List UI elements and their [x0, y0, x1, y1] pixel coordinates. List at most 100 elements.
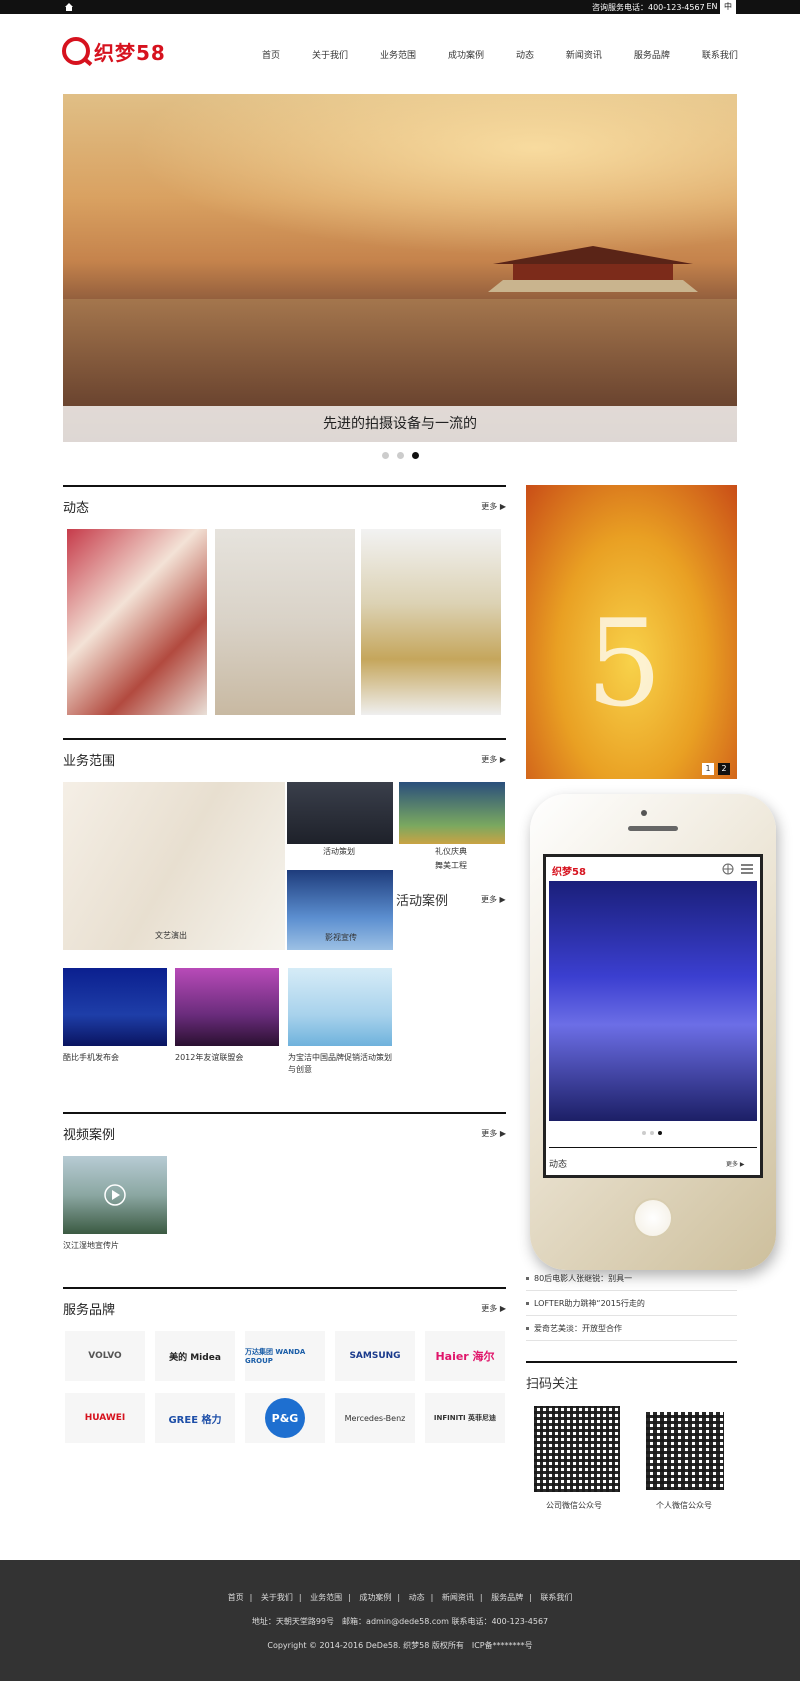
- phone-dot-3[interactable]: [658, 1131, 662, 1135]
- business-image-planning[interactable]: [287, 782, 393, 844]
- business-image-ceremony[interactable]: [399, 782, 505, 844]
- brands-section-title: 服务品牌: [63, 1303, 116, 1318]
- case-label-3[interactable]: 为宝洁中国品牌促销活动策划与创意: [288, 1052, 392, 1076]
- business-more-link[interactable]: 更多 ▶: [481, 754, 506, 765]
- news-more-link[interactable]: 更多 ▶: [481, 501, 506, 512]
- brands-section: 服务品牌 更多 ▶ VOLVO 美的 Midea 万达集团 WANDA GROU…: [63, 1287, 506, 1447]
- footer-copyright: Copyright © 2014-2016 DeDe58. 织梦58 版权所有 …: [267, 1641, 533, 1650]
- news-section: 动态 更多 ▶: [63, 485, 506, 715]
- brand-volvo-label: VOLVO: [88, 1351, 122, 1361]
- footer-link-home[interactable]: 首页: [228, 1593, 244, 1602]
- video-thumbnail[interactable]: [63, 1156, 167, 1234]
- banner-dot-2[interactable]: [397, 452, 404, 459]
- phone-screen: 织梦58 动态 更多 ▶: [543, 854, 763, 1178]
- news-image-3[interactable]: [361, 529, 501, 715]
- nav-item-about[interactable]: 关于我们: [312, 48, 348, 61]
- footer-link-news[interactable]: 动态: [409, 1593, 425, 1602]
- personal-qr-code: [646, 1412, 724, 1490]
- footer-link-about[interactable]: 关于我们: [261, 1593, 293, 1602]
- scan-section: 扫码关注: [526, 1361, 737, 1392]
- brand-infiniti-logo[interactable]: INFINITI 英菲尼迪: [425, 1393, 505, 1443]
- footer-link-brands[interactable]: 服务品牌: [491, 1593, 523, 1602]
- banner-dot-1[interactable]: [382, 452, 389, 459]
- nav-item-business[interactable]: 业务范围: [380, 48, 416, 61]
- phone-home-button: [633, 1198, 673, 1238]
- cases-more-link[interactable]: 更多 ▶: [481, 894, 506, 905]
- phone-globe-icon[interactable]: [722, 863, 734, 875]
- brand-pg-logo[interactable]: P&G: [245, 1393, 325, 1443]
- phone-banner-image[interactable]: [549, 881, 757, 1121]
- business-section: 业务范围 更多 ▶ 文艺演出 活动策划 礼仪庆典 舞美工程 影视宣传: [63, 738, 506, 950]
- brand-wanda-label: 万达集团 WANDA GROUP: [245, 1348, 306, 1365]
- footer-link-cases[interactable]: 成功案例: [359, 1593, 391, 1602]
- hotline-text: 咨询服务电话：400-123-4567: [592, 3, 705, 12]
- site-logo[interactable]: 织梦58: [62, 34, 166, 68]
- brand-volvo-logo[interactable]: VOLVO: [65, 1331, 145, 1381]
- phone-dot-1[interactable]: [642, 1131, 646, 1135]
- nav-item-brands[interactable]: 服务品牌: [634, 48, 670, 61]
- footer-link-business[interactable]: 业务范围: [310, 1593, 342, 1602]
- phone-news-more[interactable]: 更多 ▶: [726, 1159, 745, 1168]
- scan-section-title: 扫码关注: [526, 1377, 579, 1392]
- side-news-item-3[interactable]: 爱奇艺美淡：开放型合作: [526, 1316, 737, 1341]
- side-ad-image[interactable]: 5: [526, 485, 737, 779]
- footer-address: 地址：天朝天堂路99号 邮箱：admin@dede58.com 联系电话：400…: [251, 1617, 549, 1626]
- banner-pager: [382, 452, 419, 459]
- side-news-item-2[interactable]: LOFTER助力跳神“2015行走的: [526, 1291, 737, 1316]
- footer-link-info[interactable]: 新闻资讯: [442, 1593, 474, 1602]
- hero-banner[interactable]: 先进的拍摄设备与一流的: [63, 94, 737, 442]
- company-qr-label: 公司微信公众号: [546, 1501, 602, 1510]
- nav-item-info[interactable]: 新闻资讯: [566, 48, 602, 61]
- main-nav: 首页 关于我们 业务范围 成功案例 动态 新闻资讯 服务品牌 联系我们: [262, 48, 738, 61]
- side-pager-2[interactable]: 2: [718, 763, 730, 775]
- case-label-1[interactable]: 酷比手机发布会: [63, 1052, 167, 1064]
- phone-speaker: [628, 826, 678, 831]
- brand-wanda-logo[interactable]: 万达集团 WANDA GROUP: [245, 1331, 325, 1381]
- phone-dot-2[interactable]: [650, 1131, 654, 1135]
- palace-image: [488, 246, 698, 292]
- phone-news-rule: [549, 1147, 757, 1148]
- side-pager-1[interactable]: 1: [702, 763, 714, 775]
- news-section-title: 动态: [63, 501, 90, 516]
- business-image-performance[interactable]: [63, 782, 285, 950]
- logo-text: 织梦58: [94, 40, 166, 65]
- footer-link-contact[interactable]: 联系我们: [540, 1593, 572, 1602]
- phone-banner-pager: [642, 1131, 662, 1135]
- business-label-planning: 活动策划: [323, 847, 355, 856]
- brand-gree-logo[interactable]: GREE 格力: [155, 1393, 235, 1443]
- video-label-1[interactable]: 汉江湿地宣传片: [63, 1240, 119, 1252]
- home-icon[interactable]: [64, 2, 74, 12]
- nav-item-news[interactable]: 动态: [516, 48, 534, 61]
- phone-menu-icon[interactable]: [740, 863, 754, 875]
- video-more-link[interactable]: 更多 ▶: [481, 1128, 506, 1139]
- lang-en-link[interactable]: EN: [704, 2, 720, 11]
- case-image-2[interactable]: [175, 968, 279, 1046]
- footer-links: 首页 | 关于我们 | 业务范围 | 成功案例 | 动态 | 新闻资讯 | 服务品牌 | 联系…: [227, 1593, 573, 1602]
- case-image-3[interactable]: [288, 968, 392, 1046]
- brand-benz-label: Mercedes-Benz: [344, 1413, 406, 1423]
- banner-dot-3[interactable]: [412, 452, 419, 459]
- brand-haier-logo[interactable]: Haier 海尔: [425, 1331, 505, 1381]
- brand-huawei-logo[interactable]: HUAWEI: [65, 1393, 145, 1443]
- nav-item-home[interactable]: 首页: [262, 48, 280, 61]
- phone-news-title: 动态: [549, 1160, 568, 1170]
- news-image-1[interactable]: [67, 529, 207, 715]
- nav-item-cases[interactable]: 成功案例: [448, 48, 484, 61]
- play-icon: [104, 1184, 126, 1206]
- side-news-list: 80后电影人张继锐：别具一 LOFTER助力跳神“2015行走的 爱奇艺美淡：开…: [526, 1266, 737, 1341]
- site-footer: 首页 | 关于我们 | 业务范围 | 成功案例 | 动态 | 新闻资讯 | 服务品牌 | 联系…: [0, 1560, 800, 1681]
- business-label-ceremony: 礼仪庆典: [435, 847, 467, 856]
- business-label-stage: 舞美工程: [435, 861, 467, 870]
- brands-more-link[interactable]: 更多 ▶: [481, 1303, 506, 1314]
- brand-midea-logo[interactable]: 美的 Midea: [155, 1331, 235, 1381]
- case-image-1[interactable]: [63, 968, 167, 1046]
- business-label-performance: 文艺演出: [155, 931, 187, 940]
- brand-samsung-logo[interactable]: SAMSUNG: [335, 1331, 415, 1381]
- news-image-2[interactable]: [215, 529, 355, 715]
- brand-huawei-label: HUAWEI: [84, 1413, 126, 1423]
- brand-benz-logo[interactable]: Mercedes-Benz: [335, 1393, 415, 1443]
- nav-item-contact[interactable]: 联系我们: [702, 48, 738, 61]
- case-label-2[interactable]: 2012年友谊联盟会: [175, 1052, 279, 1064]
- phone-logo: 织梦58: [552, 867, 586, 878]
- lang-zh-link[interactable]: 中: [720, 0, 736, 14]
